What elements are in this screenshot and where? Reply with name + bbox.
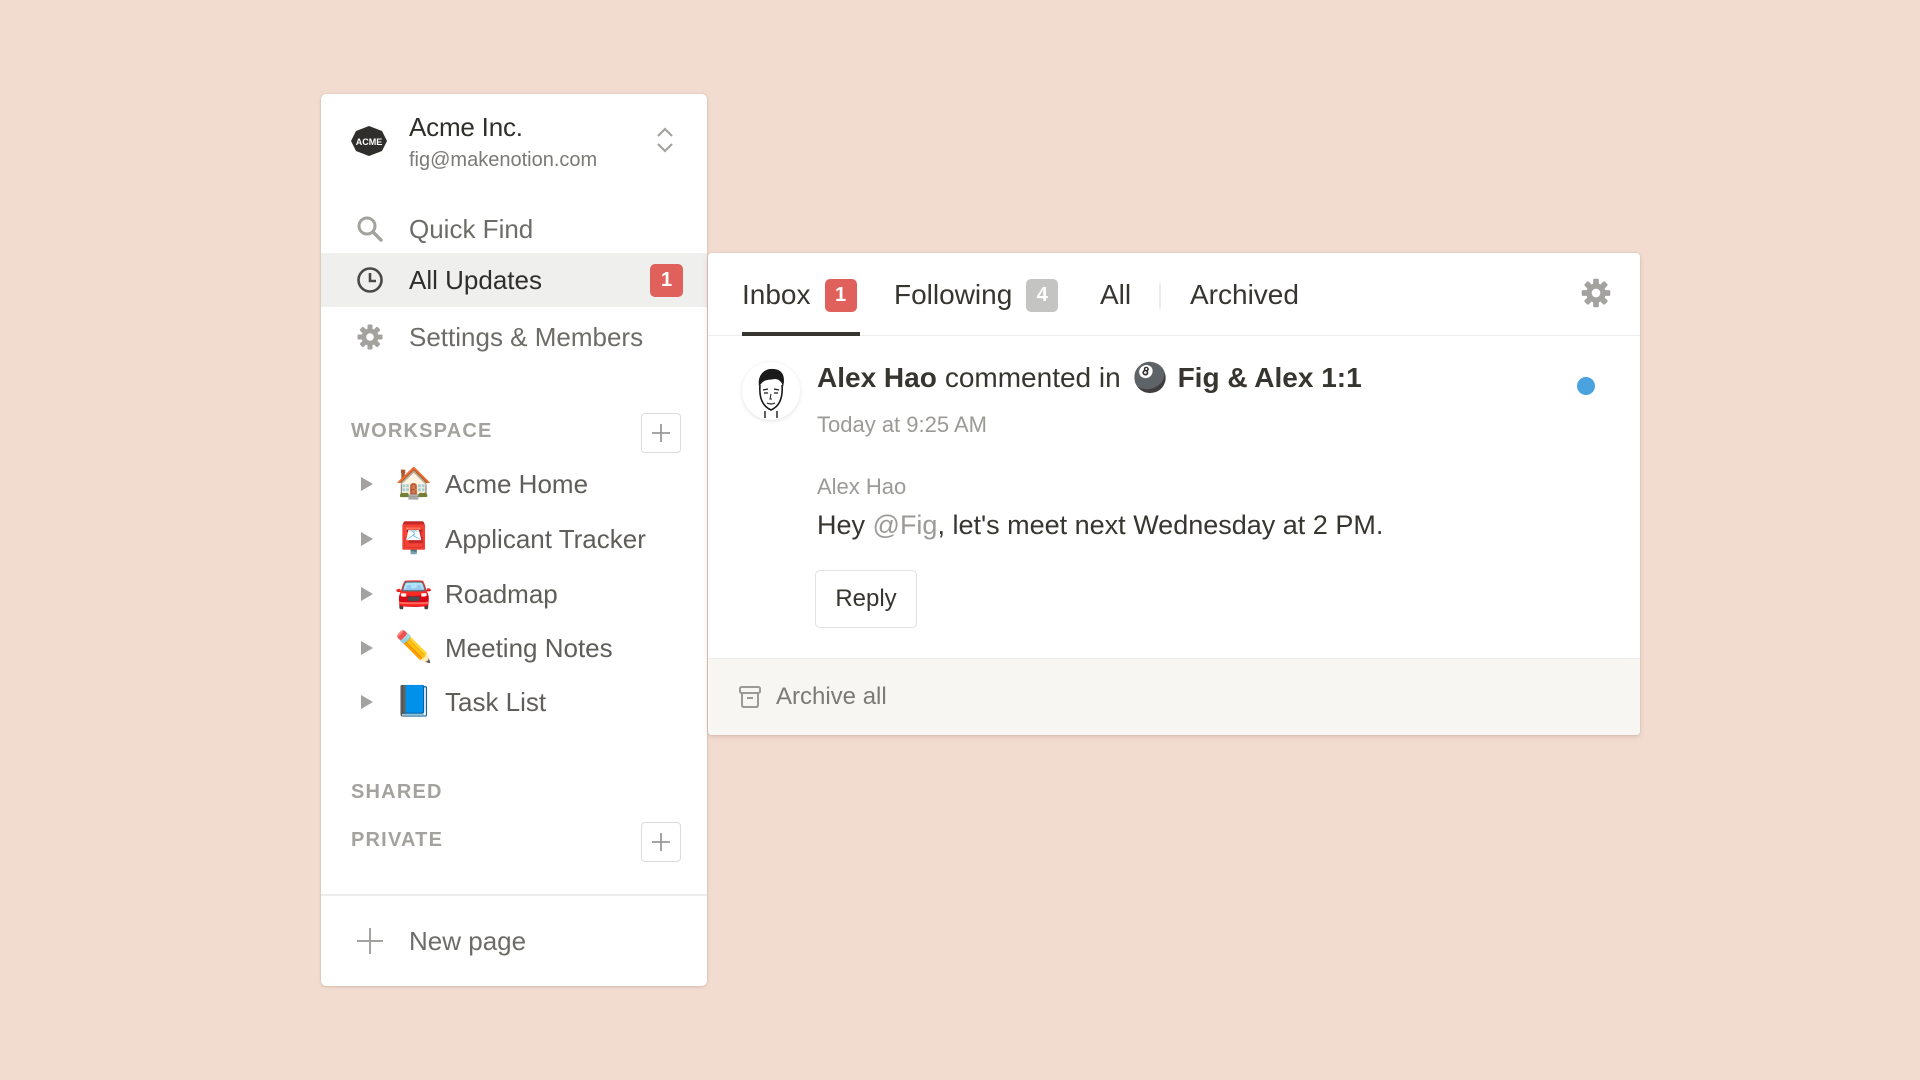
expand-triangle-icon[interactable]: [360, 476, 374, 492]
tab-inbox-label: Inbox: [742, 279, 811, 310]
tab-separator: [1159, 283, 1161, 309]
expand-triangle-icon[interactable]: [360, 694, 374, 710]
archive-all-label: Archive all: [776, 683, 887, 710]
add-private-page-button[interactable]: [641, 822, 681, 862]
unread-count-badge: 1: [650, 263, 683, 297]
private-section-label: PRIVATE: [351, 829, 444, 851]
page-item-roadmap[interactable]: 🚘 Roadmap: [321, 569, 707, 619]
nav-settings-members[interactable]: Settings & Members: [321, 310, 707, 364]
new-page-label: New page: [409, 925, 527, 956]
updates-panel: Inbox 1 Following 4 All Archived Alex Ha…: [708, 253, 1640, 735]
new-page-button[interactable]: New page: [321, 914, 707, 968]
shared-section-label: SHARED: [351, 781, 443, 803]
notification-action: commented in: [944, 362, 1121, 393]
tab-all[interactable]: All: [1100, 275, 1131, 315]
nav-settings-label: Settings & Members: [409, 321, 644, 352]
panel-footer: Archive all: [708, 658, 1640, 735]
plus-icon: [652, 424, 670, 442]
page-label: Task List: [445, 686, 547, 717]
notification-time: Today at 9:25 AM: [817, 412, 987, 437]
notification-item[interactable]: Alex Hao commented in 🎱 Fig & Alex 1:1 T…: [708, 338, 1640, 658]
page-item-acme-home[interactable]: 🏠 Acme Home: [321, 459, 707, 509]
following-count-badge: 4: [1026, 278, 1059, 312]
plus-icon: [652, 833, 670, 851]
gear-icon[interactable]: [1580, 277, 1612, 309]
unread-indicator: [1577, 377, 1595, 395]
chevron-up-down-icon[interactable]: [655, 124, 675, 156]
expand-triangle-icon[interactable]: [360, 531, 374, 547]
notification-author: Alex Hao: [817, 362, 937, 393]
nav-quick-find[interactable]: Quick Find: [321, 202, 707, 256]
page-item-meeting-notes[interactable]: ✏️ Meeting Notes: [321, 623, 707, 673]
tab-archived[interactable]: Archived: [1190, 275, 1299, 315]
reply-button[interactable]: Reply: [815, 570, 917, 628]
sidebar-divider: [321, 894, 707, 896]
user-face-icon: [758, 368, 784, 418]
comment-suffix: , let's meet next Wednesday at 2 PM.: [937, 510, 1384, 540]
nav-all-updates-label: All Updates: [409, 264, 542, 295]
car-icon: 🚘: [395, 577, 433, 610]
archive-box-icon: [739, 686, 761, 708]
sidebar: ACME Acme Inc. fig@makenotion.com Quick …: [321, 94, 707, 986]
page-item-applicant-tracker[interactable]: 📮 Applicant Tracker: [321, 514, 707, 564]
house-icon: 🏠: [395, 467, 433, 500]
comment-text: Hey @Fig, let's meet next Wednesday at 2…: [817, 510, 1383, 541]
user-mention[interactable]: @Fig: [873, 510, 938, 540]
tab-inbox[interactable]: Inbox 1: [742, 275, 857, 315]
blue-book-icon: 📘: [395, 685, 433, 718]
nav-quick-find-label: Quick Find: [409, 213, 534, 244]
workspace-section-label: WORKSPACE: [351, 420, 493, 442]
avatar: [742, 362, 800, 420]
comment-author: Alex Hao: [817, 474, 907, 499]
tab-archived-label: Archived: [1190, 279, 1299, 310]
page-label: Acme Home: [445, 468, 589, 499]
nav-all-updates[interactable]: All Updates 1: [321, 253, 707, 307]
inbox-count-badge: 1: [824, 278, 857, 312]
page-label: Roadmap: [445, 578, 558, 609]
active-tab-indicator: [742, 332, 860, 336]
plus-icon: [355, 926, 385, 956]
workspace-name: Acme Inc.: [409, 112, 523, 142]
page-item-task-list[interactable]: 📘 Task List: [321, 677, 707, 727]
tab-following[interactable]: Following 4: [894, 275, 1059, 315]
postbox-icon: 📮: [395, 522, 433, 555]
notification-page-link[interactable]: Fig & Alex 1:1: [1178, 362, 1362, 394]
expand-triangle-icon[interactable]: [360, 586, 374, 602]
add-workspace-page-button[interactable]: [641, 413, 681, 453]
tab-following-label: Following: [894, 279, 1013, 310]
page-label: Applicant Tracker: [445, 523, 646, 554]
tab-all-label: All: [1100, 279, 1132, 310]
comment-prefix: Hey: [817, 510, 873, 540]
notification-title: Alex Hao commented in 🎱 Fig & Alex 1:1: [817, 362, 1362, 394]
billiard-ball-icon: 🎱: [1132, 362, 1168, 393]
search-icon: [355, 214, 385, 244]
page-label: Meeting Notes: [445, 632, 613, 663]
workspace-switcher[interactable]: ACME Acme Inc. fig@makenotion.com: [321, 94, 707, 194]
gear-icon: [355, 322, 385, 352]
expand-triangle-icon[interactable]: [360, 640, 374, 656]
clock-icon: [355, 265, 385, 295]
workspace-email: fig@makenotion.com: [409, 149, 598, 171]
acme-logo-icon: ACME: [351, 126, 387, 156]
svg-text:ACME: ACME: [356, 137, 383, 147]
pencil-icon: ✏️: [395, 631, 433, 664]
archive-all-button[interactable]: Archive all: [738, 677, 887, 717]
updates-tabs: Inbox 1 Following 4 All Archived: [708, 253, 1640, 336]
